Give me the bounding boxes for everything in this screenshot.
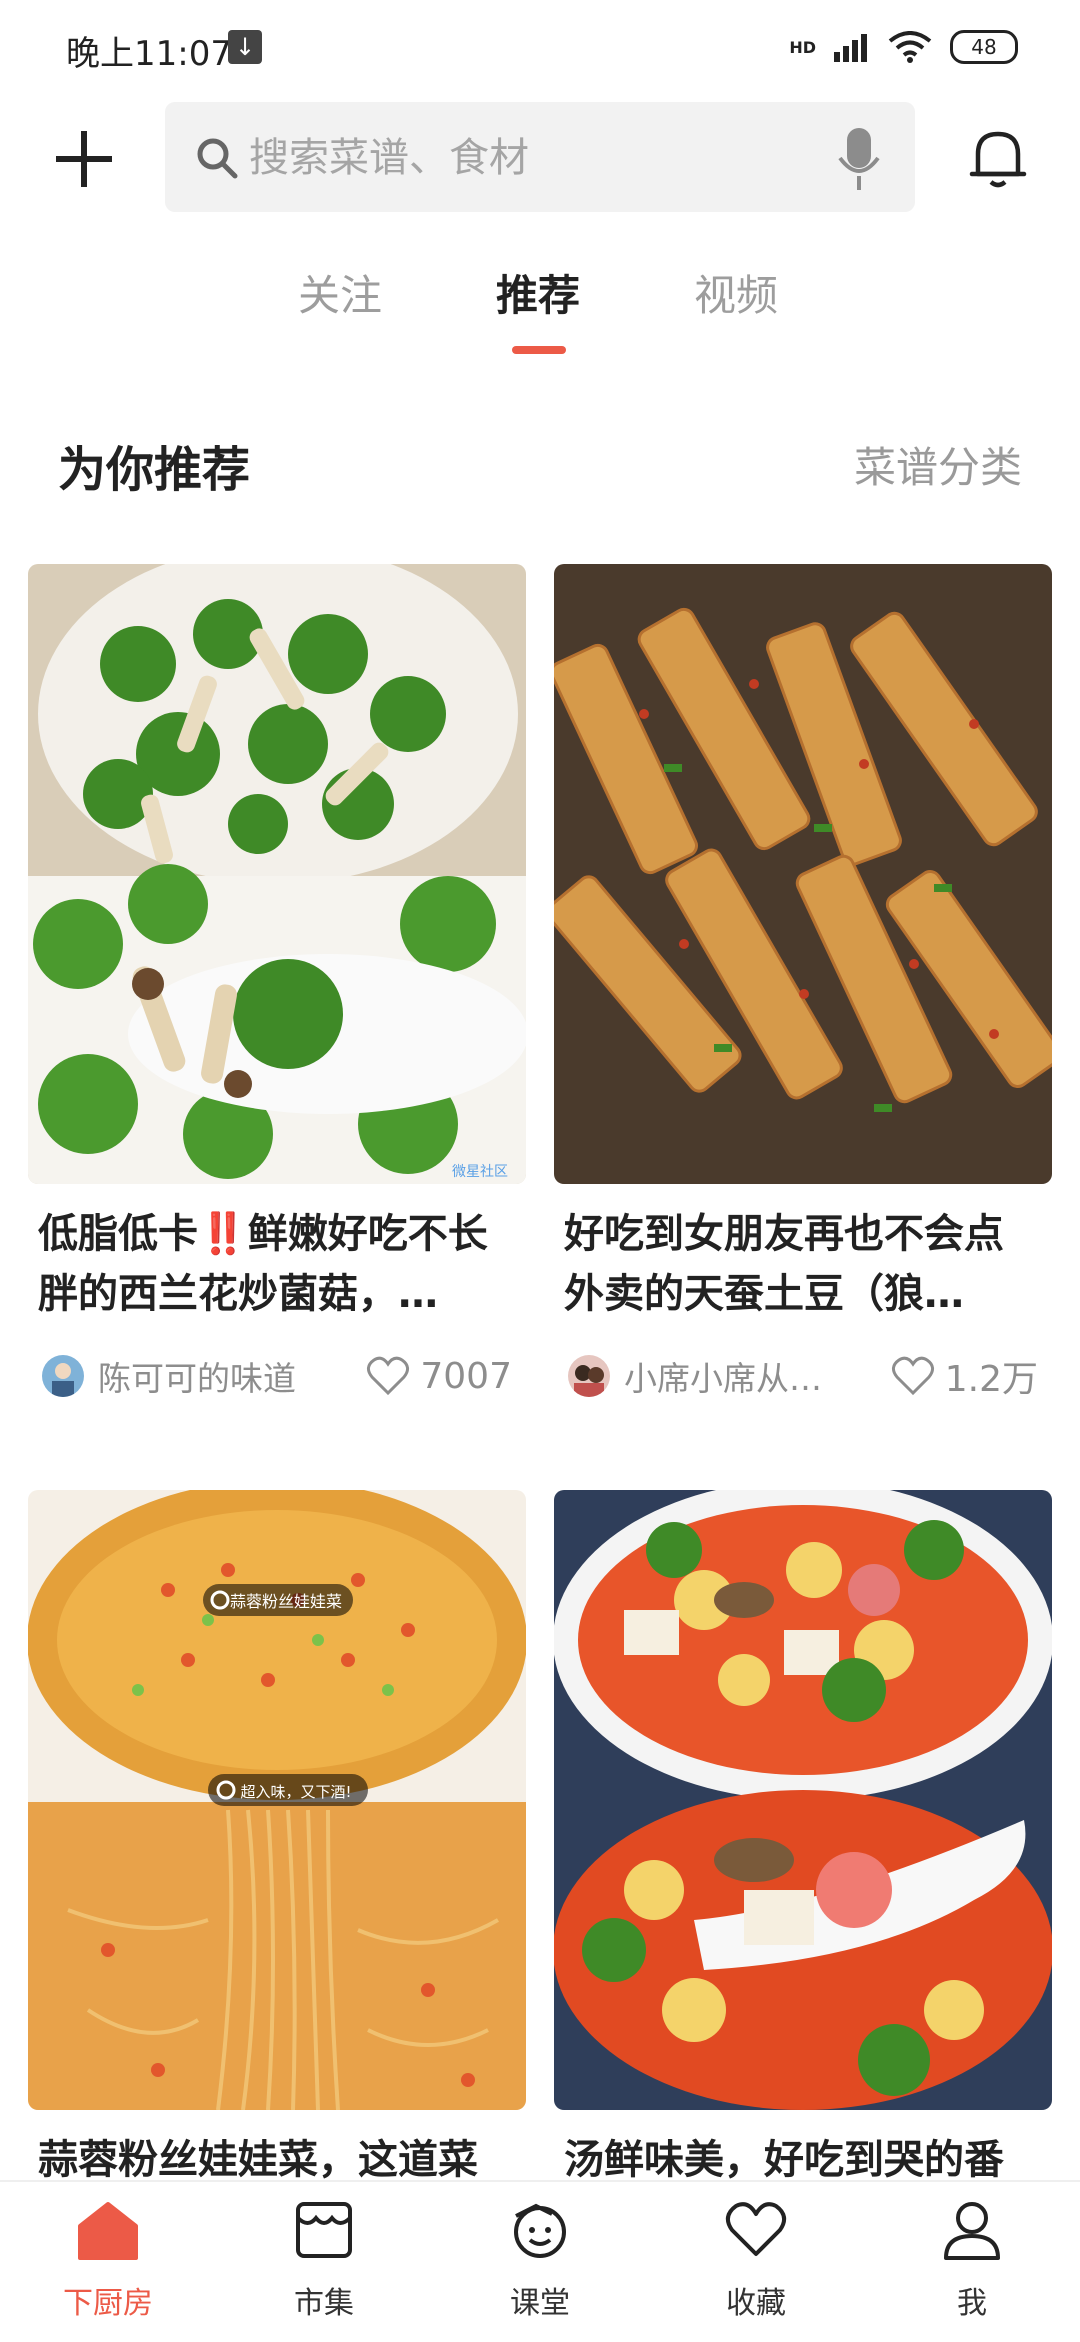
nav-label: 课堂 bbox=[510, 2286, 570, 2321]
like-count-value: 7007 bbox=[420, 1355, 512, 1397]
recipe-image[interactable] bbox=[554, 1490, 1052, 2110]
signal-label: HD bbox=[789, 37, 816, 57]
add-icon[interactable] bbox=[50, 125, 118, 193]
tab-video[interactable]: 视频 bbox=[694, 262, 778, 323]
author-avatar[interactable] bbox=[568, 1355, 610, 1397]
watermark: 微星社区 bbox=[452, 1164, 508, 1180]
nav-label: 下厨房 bbox=[63, 2286, 153, 2321]
nav-label: 我 bbox=[957, 2286, 987, 2321]
image-tag: 超入味，又下酒! bbox=[240, 1783, 351, 1801]
nav-home[interactable]: 下厨房 bbox=[0, 2182, 216, 2342]
recipe-meta: 陈可可的味道 7007 bbox=[28, 1346, 526, 1406]
nav-label: 收藏 bbox=[726, 2286, 786, 2321]
recipe-card[interactable]: 微星社区 低脂低卡‼️鲜嫩好吃不长胖的西兰花炒菌菇，… 陈可可的味道 7007 bbox=[28, 564, 526, 1406]
tab-follow[interactable]: 关注 bbox=[298, 262, 382, 323]
nav-classroom[interactable]: 课堂 bbox=[432, 2182, 648, 2342]
nav-favorites[interactable]: 收藏 bbox=[648, 2182, 864, 2342]
status-time: 晚上11:07 bbox=[66, 34, 232, 74]
profile-icon bbox=[944, 2202, 1000, 2260]
active-tab-indicator bbox=[512, 346, 566, 354]
recipe-image[interactable]: 蒜蓉粉丝娃娃菜 超入味，又下酒! bbox=[28, 1490, 526, 2110]
recipe-meta: 小席小席从… 1.2万 bbox=[554, 1346, 1052, 1406]
nav-profile[interactable]: 我 bbox=[864, 2182, 1080, 2342]
notification-bell-icon[interactable] bbox=[962, 122, 1034, 194]
search-icon bbox=[197, 138, 238, 179]
recipe-card[interactable]: 好吃到女朋友再也不会点外卖的天蚕土豆（狼… 小席小席从… 1.2万 bbox=[554, 564, 1052, 1406]
classroom-icon bbox=[514, 2203, 566, 2258]
image-tag: 蒜蓉粉丝娃娃菜 bbox=[230, 1592, 342, 1611]
market-icon bbox=[296, 2202, 352, 2258]
like-count[interactable]: 7007 bbox=[366, 1356, 512, 1397]
recipe-card[interactable]: 蒜蓉粉丝娃娃菜 超入味，又下酒! 蒜蓉粉丝娃娃菜，这道菜 bbox=[28, 1490, 526, 2250]
search-bar[interactable] bbox=[165, 102, 915, 214]
nav-label: 市集 bbox=[294, 2286, 354, 2321]
search-input[interactable] bbox=[247, 102, 811, 214]
download-icon: ↓ bbox=[228, 30, 262, 64]
heart-icon[interactable] bbox=[366, 1356, 410, 1396]
nav-market[interactable]: 市集 bbox=[216, 2182, 432, 2342]
author-avatar[interactable] bbox=[42, 1355, 84, 1397]
recipe-card[interactable]: 汤鲜味美，好吃到哭的番 bbox=[554, 1490, 1052, 2250]
battery-icon: 48 bbox=[950, 30, 1018, 64]
recipe-title[interactable]: 好吃到女朋友再也不会点外卖的天蚕土豆（狼… bbox=[554, 1204, 1052, 1324]
status-indicators: HD 48 bbox=[789, 30, 1018, 64]
recipe-category-link[interactable]: 菜谱分类 bbox=[854, 434, 1022, 495]
author-name[interactable]: 陈可可的味道 bbox=[98, 1352, 308, 1400]
section-title: 为你推荐 bbox=[58, 442, 251, 498]
home-icon bbox=[78, 2202, 138, 2260]
like-count-value: 1.2万 bbox=[944, 1359, 1038, 1400]
recipe-image[interactable] bbox=[554, 564, 1052, 1184]
author-name[interactable]: 小席小席从… bbox=[624, 1352, 834, 1400]
tab-recommend[interactable]: 推荐 bbox=[496, 262, 580, 323]
wifi-icon bbox=[888, 31, 932, 63]
heart-icon bbox=[725, 2202, 787, 2256]
signal-icon bbox=[834, 34, 867, 62]
microphone-icon[interactable] bbox=[837, 128, 881, 192]
heart-icon[interactable] bbox=[891, 1356, 935, 1396]
status-bar: 晚上11:07 ↓ HD 48 bbox=[0, 0, 1080, 96]
recipe-title[interactable]: 低脂低卡‼️鲜嫩好吃不长胖的西兰花炒菌菇，… bbox=[28, 1204, 526, 1324]
bottom-navigation: 下厨房 市集 课堂 收藏 我 bbox=[0, 2180, 1080, 2342]
like-count[interactable]: 1.2万 bbox=[891, 1350, 1038, 1402]
recipe-image[interactable]: 微星社区 bbox=[28, 564, 526, 1184]
